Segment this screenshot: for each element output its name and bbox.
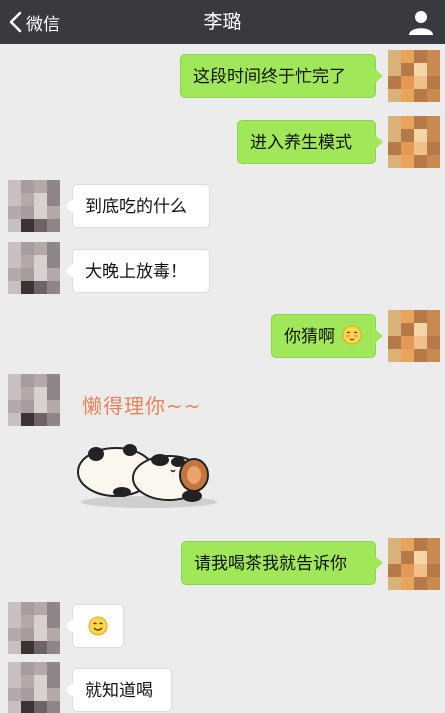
message-bubble[interactable]: 就知道喝 — [65, 668, 172, 712]
message-text: 就知道喝 — [85, 681, 153, 701]
contact-avatar[interactable] — [8, 662, 60, 713]
message-bubble[interactable]: 请我喝茶我就告诉你 — [181, 541, 383, 585]
message-bubble[interactable]: 进入养生模式 — [237, 120, 383, 164]
my-avatar[interactable] — [388, 538, 440, 590]
chat-title: 李璐 — [203, 11, 242, 33]
message-text: 进入养生模式 — [250, 133, 352, 153]
contact-avatar[interactable] — [8, 180, 60, 232]
contact-avatar[interactable] — [8, 602, 60, 654]
sticker-caption: 懒得理你~~ — [82, 394, 202, 418]
contact-profile-icon[interactable] — [407, 8, 435, 36]
my-avatar[interactable] — [388, 116, 440, 168]
message-text: 你猜啊 — [284, 327, 335, 347]
shy-emoji-icon — [342, 325, 362, 345]
chat-area[interactable]: 这段时间终于忙完了 进入养生模式 到底吃的什么 大晚上放毒！ 你猜啊 懒得理你~… — [0, 44, 445, 713]
my-avatar[interactable] — [388, 50, 440, 102]
smile-emoji-icon — [88, 616, 108, 636]
message-bubble[interactable]: 大晚上放毒！ — [65, 249, 210, 293]
message-bubble[interactable]: 到底吃的什么 — [65, 184, 210, 228]
contact-avatar[interactable] — [8, 242, 60, 294]
nav-bar: 微信 李璐 — [0, 0, 445, 44]
message-bubble[interactable]: 这段时间终于忙完了 — [180, 54, 383, 98]
back-label: 微信 — [26, 14, 60, 35]
my-avatar[interactable] — [388, 310, 440, 362]
chevron-left-icon — [9, 11, 22, 33]
message-text: 到底吃的什么 — [85, 197, 187, 217]
back-button[interactable]: 微信 — [8, 0, 60, 44]
message-bubble[interactable]: 你猜啊 — [271, 314, 383, 358]
panda-sticker[interactable]: 懒得理你~~ — [74, 384, 224, 514]
message-text: 大晚上放毒！ — [85, 262, 187, 282]
message-text: 这段时间终于忙完了 — [193, 67, 346, 87]
panda-sticker-icon — [77, 444, 217, 508]
contact-avatar[interactable] — [8, 374, 60, 426]
message-text: 请我喝茶我就告诉你 — [194, 554, 347, 574]
message-bubble[interactable] — [65, 604, 124, 648]
